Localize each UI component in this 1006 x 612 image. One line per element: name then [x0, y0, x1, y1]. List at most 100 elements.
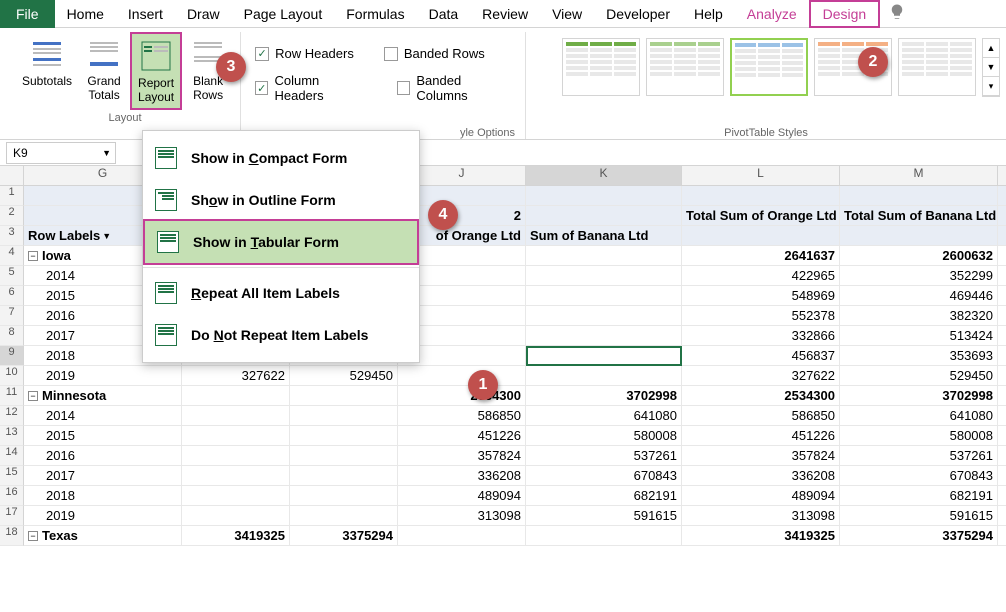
- table-row[interactable]: 2015451226580008451226580008: [24, 426, 1006, 446]
- cell[interactable]: 2534300: [398, 386, 526, 405]
- cell[interactable]: [182, 406, 290, 425]
- cell[interactable]: Total Sum of Orange Ltd: [682, 206, 840, 225]
- cell[interactable]: −Minnesota: [24, 386, 182, 405]
- tell-me-button[interactable]: [888, 3, 906, 24]
- row-header-18[interactable]: 18: [0, 526, 24, 546]
- chevron-down-icon[interactable]: ▼: [102, 148, 111, 158]
- row-header-9[interactable]: 9: [0, 346, 24, 366]
- cell[interactable]: [526, 326, 682, 345]
- menu-tabular-form[interactable]: Show in Tabular Form: [143, 219, 419, 265]
- name-box[interactable]: K9 ▼: [6, 142, 116, 164]
- cell[interactable]: 2014: [24, 406, 182, 425]
- cell[interactable]: 336208: [682, 466, 840, 485]
- cell[interactable]: 670843: [526, 466, 682, 485]
- row-header-8[interactable]: 8: [0, 326, 24, 346]
- cell[interactable]: 591615: [526, 506, 682, 525]
- cell[interactable]: 641080: [840, 406, 998, 425]
- style-thumb-2[interactable]: [646, 38, 724, 96]
- column-headers-checkbox[interactable]: Column Headers: [255, 73, 367, 103]
- report-layout-button[interactable]: Report Layout: [130, 32, 182, 110]
- chevron-up-icon[interactable]: ▲: [983, 39, 999, 58]
- cell[interactable]: [526, 286, 682, 305]
- cell[interactable]: 2016: [24, 446, 182, 465]
- tab-help[interactable]: Help: [682, 0, 735, 28]
- cell[interactable]: 456837: [682, 346, 840, 365]
- cell[interactable]: [290, 466, 398, 485]
- style-thumb-1[interactable]: [562, 38, 640, 96]
- row-header-15[interactable]: 15: [0, 466, 24, 486]
- tab-insert[interactable]: Insert: [116, 0, 175, 28]
- tab-draw[interactable]: Draw: [175, 0, 232, 28]
- tab-view[interactable]: View: [540, 0, 594, 28]
- cell[interactable]: 3702998: [526, 386, 682, 405]
- chevron-down-icon[interactable]: ▼: [983, 58, 999, 77]
- cell[interactable]: [526, 526, 682, 545]
- row-headers-checkbox[interactable]: Row Headers: [255, 46, 354, 61]
- cell[interactable]: 580008: [840, 426, 998, 445]
- cell[interactable]: 682191: [526, 486, 682, 505]
- cell[interactable]: [182, 506, 290, 525]
- tab-file[interactable]: File: [0, 0, 55, 28]
- table-row[interactable]: 2019313098591615313098591615: [24, 506, 1006, 526]
- cell[interactable]: [398, 366, 526, 385]
- cell[interactable]: 353693: [840, 346, 998, 365]
- row-header-13[interactable]: 13: [0, 426, 24, 446]
- cell[interactable]: 641080: [526, 406, 682, 425]
- cell[interactable]: 537261: [526, 446, 682, 465]
- cell[interactable]: 580008: [526, 426, 682, 445]
- row-header-7[interactable]: 7: [0, 306, 24, 326]
- cell[interactable]: 451226: [682, 426, 840, 445]
- cell[interactable]: [526, 306, 682, 325]
- table-row[interactable]: −Texas3419325337529434193253375294: [24, 526, 1006, 546]
- cell[interactable]: [840, 186, 998, 205]
- cell[interactable]: [182, 426, 290, 445]
- tab-formulas[interactable]: Formulas: [334, 0, 416, 28]
- row-header-6[interactable]: 6: [0, 286, 24, 306]
- cell[interactable]: [526, 206, 682, 225]
- cell[interactable]: 3419325: [682, 526, 840, 545]
- row-header-16[interactable]: 16: [0, 486, 24, 506]
- table-row[interactable]: 2019327622529450327622529450: [24, 366, 1006, 386]
- style-gallery-scroll[interactable]: ▲▼▾: [982, 38, 1000, 97]
- cell[interactable]: 552378: [682, 306, 840, 325]
- menu-outline-form[interactable]: Show in Outline Form: [143, 179, 419, 221]
- cell[interactable]: 327622: [682, 366, 840, 385]
- cell[interactable]: [290, 426, 398, 445]
- row-header-12[interactable]: 12: [0, 406, 24, 426]
- style-thumb-3-selected[interactable]: [730, 38, 808, 96]
- menu-no-repeat-labels[interactable]: Do Not Repeat Item Labels: [143, 314, 419, 356]
- cell[interactable]: 451226: [398, 426, 526, 445]
- cell[interactable]: 2641637: [682, 246, 840, 265]
- cell[interactable]: 382320: [840, 306, 998, 325]
- cell[interactable]: 469446: [840, 286, 998, 305]
- cell[interactable]: 537261: [840, 446, 998, 465]
- tab-home[interactable]: Home: [55, 0, 116, 28]
- cell[interactable]: 529450: [290, 366, 398, 385]
- menu-compact-form[interactable]: Show in Compact Form: [143, 137, 419, 179]
- cell[interactable]: 336208: [398, 466, 526, 485]
- cell[interactable]: [526, 346, 682, 365]
- cell[interactable]: 2600632: [840, 246, 998, 265]
- row-header-1[interactable]: 1: [0, 186, 24, 206]
- cell[interactable]: 591615: [840, 506, 998, 525]
- row-header-14[interactable]: 14: [0, 446, 24, 466]
- cell[interactable]: [182, 386, 290, 405]
- cell[interactable]: 489094: [682, 486, 840, 505]
- row-header-11[interactable]: 11: [0, 386, 24, 406]
- cell[interactable]: [290, 386, 398, 405]
- tab-data[interactable]: Data: [417, 0, 471, 28]
- col-header-l[interactable]: L: [682, 166, 840, 185]
- cell[interactable]: [290, 406, 398, 425]
- cell[interactable]: 2019: [24, 366, 182, 385]
- cell[interactable]: 3375294: [840, 526, 998, 545]
- cell[interactable]: 682191: [840, 486, 998, 505]
- cell[interactable]: 513424: [840, 326, 998, 345]
- cell[interactable]: 548969: [682, 286, 840, 305]
- cell[interactable]: [840, 226, 998, 245]
- table-row[interactable]: 2014586850641080586850641080: [24, 406, 1006, 426]
- table-row[interactable]: −Minnesota2534300370299825343003702998: [24, 386, 1006, 406]
- cell[interactable]: 332866: [682, 326, 840, 345]
- cell[interactable]: [526, 266, 682, 285]
- cell[interactable]: 313098: [398, 506, 526, 525]
- cell[interactable]: [290, 446, 398, 465]
